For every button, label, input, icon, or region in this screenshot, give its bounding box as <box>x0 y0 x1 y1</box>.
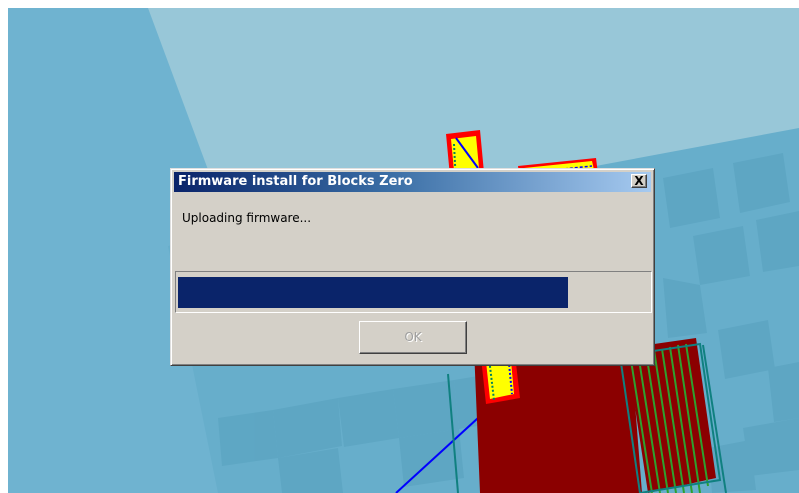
progress-frame <box>175 271 652 313</box>
dialog-title-bar[interactable]: Firmware install for Blocks Zero X <box>174 172 651 192</box>
ok-button[interactable]: OK <box>359 321 467 354</box>
firmware-install-dialog[interactable]: Firmware install for Blocks Zero X Uploa… <box>170 168 655 366</box>
close-button[interactable]: X <box>631 174 647 188</box>
close-icon: X <box>634 174 644 188</box>
dialog-title: Firmware install for Blocks Zero <box>178 174 413 189</box>
progress-bar-fill <box>178 277 568 308</box>
status-message: Uploading firmware... <box>182 211 312 225</box>
progress-track <box>177 276 649 309</box>
